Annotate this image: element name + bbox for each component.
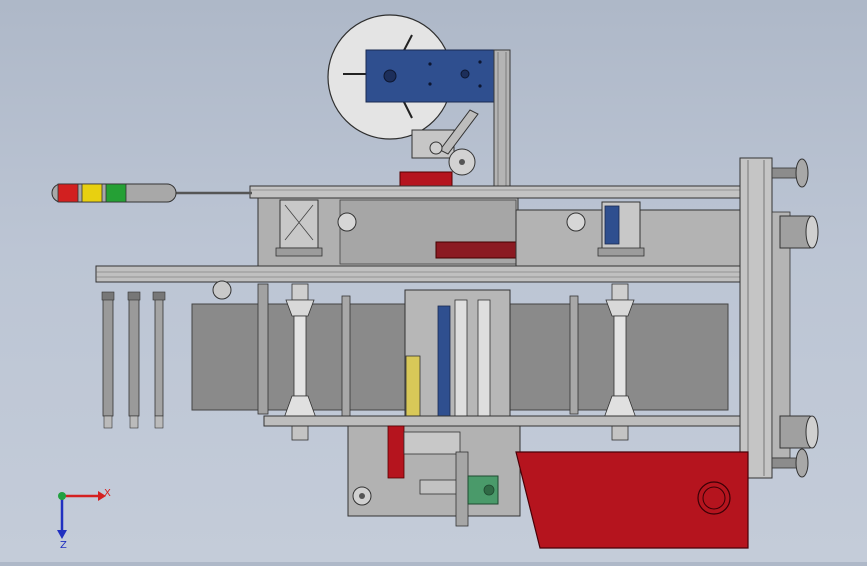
idler-pulley-left (337, 212, 357, 232)
left-press-cylinder (275, 199, 323, 257)
signal-tower-icon (51, 183, 252, 203)
triad-x-label: X (104, 488, 111, 499)
lower-mechanism (347, 425, 521, 527)
central-drive-assembly (404, 289, 511, 421)
roll-mounting-plate (365, 49, 495, 103)
top-rail (249, 185, 746, 199)
left-motor-knob (212, 280, 232, 300)
adjuster-knob-top-icon[interactable] (771, 158, 809, 188)
motor-lower (779, 415, 819, 449)
lower-rail (263, 415, 743, 427)
red-base-housing (515, 451, 749, 549)
conveyor-rail (95, 265, 747, 283)
vertical-column (493, 49, 511, 191)
xyz-triad-icon (57, 491, 106, 539)
idler-pulley-right (566, 212, 586, 232)
triad-z-label: Z (60, 540, 67, 551)
left-guide-rods (101, 291, 166, 429)
cad-viewport[interactable]: X Z (0, 0, 867, 562)
labeling-machine-drawing: X Z (51, 14, 819, 551)
motor-upper (779, 215, 819, 249)
right-press-cylinder (597, 201, 645, 257)
